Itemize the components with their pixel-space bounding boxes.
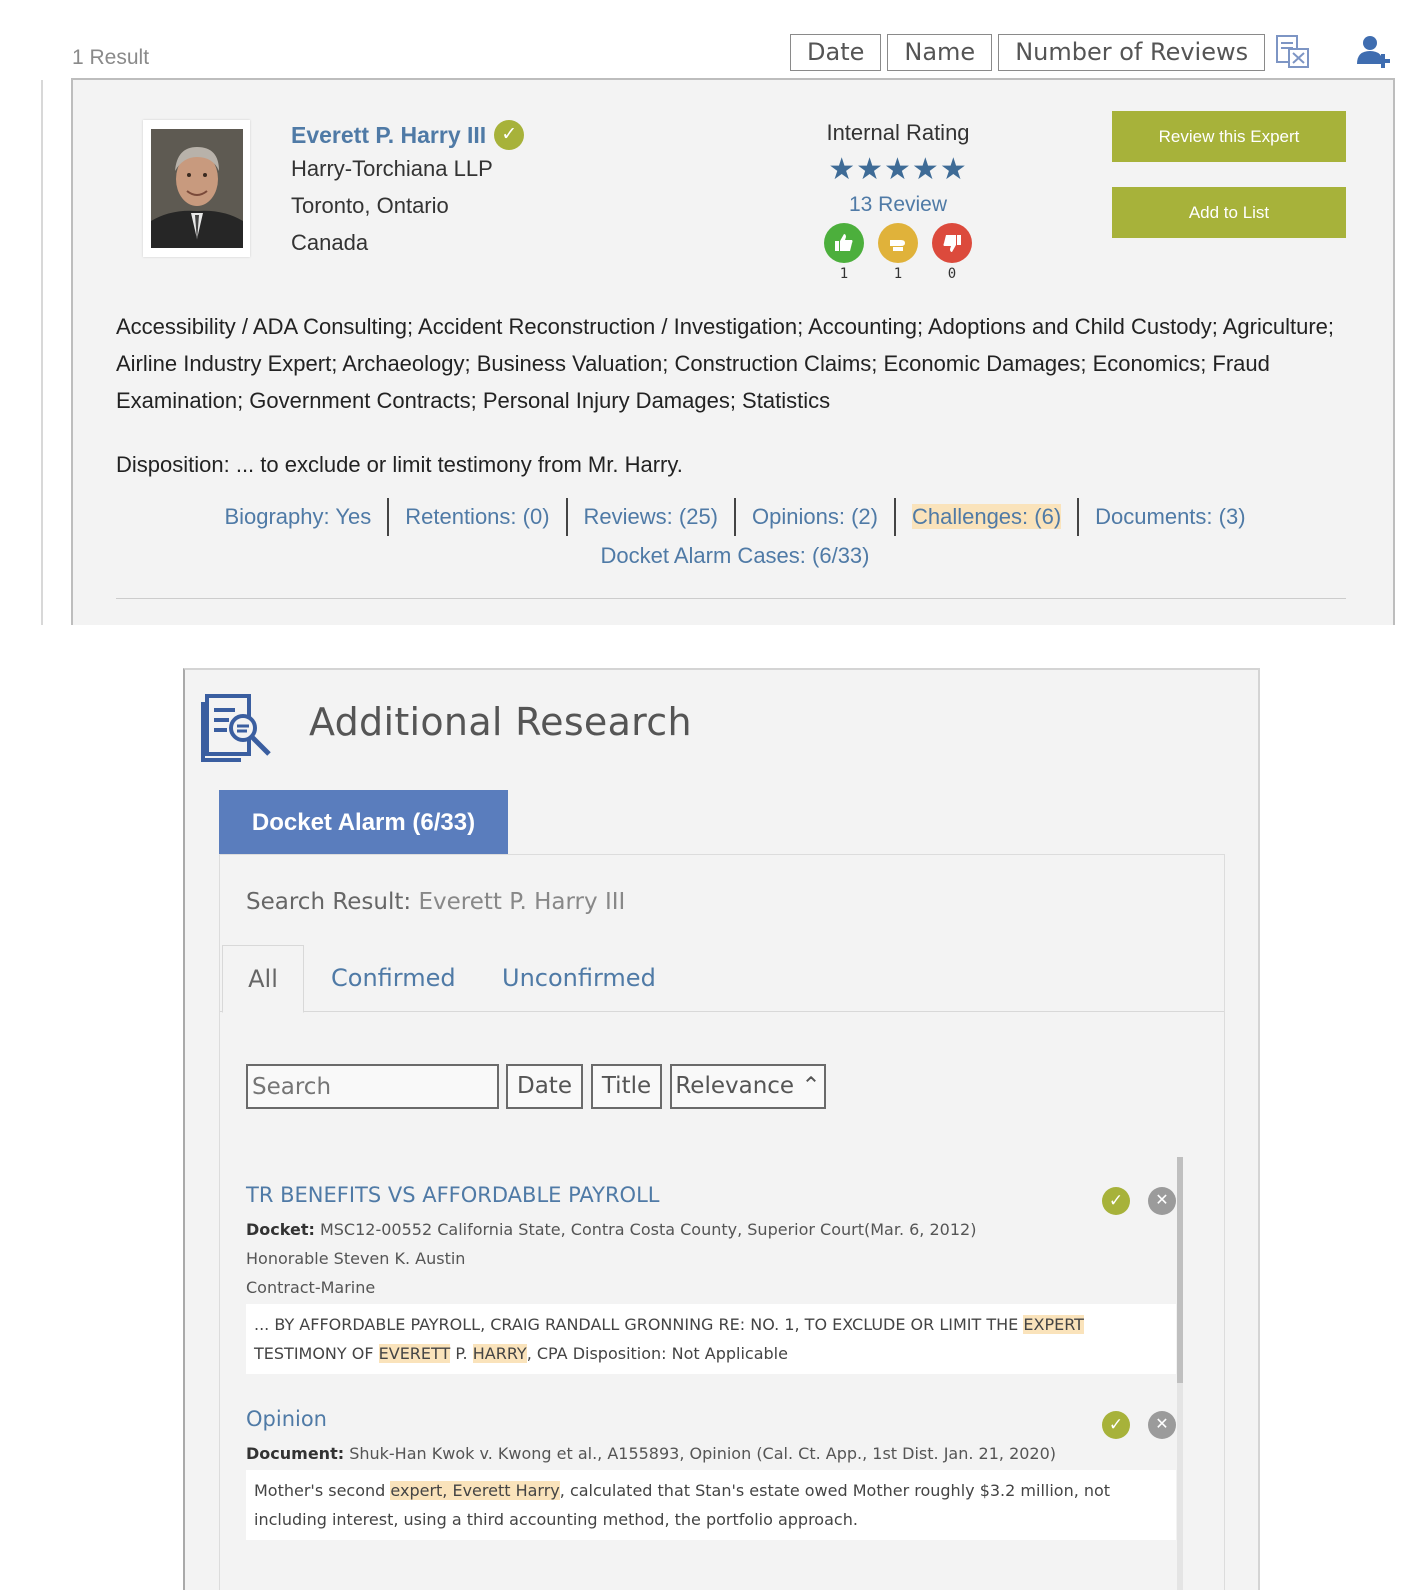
snippet-text: , CPA Disposition: Not Applicable [526, 1344, 788, 1363]
snippet-highlight: EXPERT [1023, 1315, 1084, 1334]
expert-results-section: 1 Result Date Name Number of Reviews Eve… [0, 0, 1414, 625]
export-excel-icon[interactable] [1275, 34, 1311, 75]
vote-summary: 1 1 0 [798, 223, 998, 282]
snippet-text: P. [450, 1344, 473, 1363]
thumbs-down-icon [932, 223, 972, 263]
vote-neutral-count: 1 [893, 266, 903, 282]
confirm-check-icon[interactable]: ✓ [1102, 1411, 1130, 1439]
reject-x-icon[interactable]: ✕ [1148, 1411, 1176, 1439]
document-value: Shuk-Han Kwok v. Kwong et al., A155893, … [349, 1444, 1057, 1463]
sort-name-button[interactable]: Name [887, 34, 993, 71]
sort-relevance-button[interactable]: Relevance ⌃ [670, 1064, 826, 1109]
sort-controls: Date Name Number of Reviews [790, 34, 1266, 71]
research-document-icon [201, 690, 277, 767]
case-snippet: ... BY AFFORDABLE PAYROLL, CRAIG RANDALL… [246, 1304, 1176, 1374]
add-user-icon[interactable] [1355, 34, 1391, 75]
tab-all[interactable]: All [222, 945, 304, 1013]
documents-link[interactable]: Documents: (3) [1077, 498, 1261, 536]
thumbs-up-icon [824, 223, 864, 263]
opinions-link[interactable]: Opinions: (2) [734, 498, 894, 536]
expert-categories: Accessibility / ADA Consulting; Accident… [116, 314, 1335, 413]
case-result: TR BENEFITS VS AFFORDABLE PAYROLL ✓ ✕ Do… [246, 1183, 1176, 1374]
challenges-link[interactable]: Challenges: (6) [893, 498, 1077, 536]
tab-unconfirmed[interactable]: Unconfirmed [502, 945, 656, 1012]
case-type: Contract-Marine [246, 1278, 376, 1297]
search-result-prefix: Search Result: [246, 889, 412, 915]
disposition-text: Disposition: ... to exclude or limit tes… [116, 452, 683, 477]
reviews-link-label[interactable]: Reviews: (25) [584, 504, 718, 529]
docket-value: MSC12-00552 California State, Contra Cos… [319, 1220, 977, 1239]
tab-confirmed[interactable]: Confirmed [331, 945, 456, 1012]
expert-links: Biography: Yes Retentions: (0) Reviews: … [73, 498, 1397, 536]
expert-card: Everett P. Harry III ✓ Harry-Torchiana L… [71, 78, 1395, 625]
add-to-list-button[interactable]: Add to List [1112, 187, 1346, 238]
docket-alarm-tab[interactable]: Docket Alarm (6/33) [219, 790, 508, 855]
review-expert-button[interactable]: Review this Expert [1112, 111, 1346, 162]
snippet-highlight: EVERETT [378, 1344, 451, 1363]
expert-name-link[interactable]: Everett P. Harry III ✓ [291, 120, 525, 150]
card-divider [116, 598, 1346, 599]
vote-positive: 1 [824, 223, 864, 282]
expert-name[interactable]: Everett P. Harry III [291, 122, 486, 149]
snippet-text: TESTIMONY OF [254, 1344, 379, 1363]
verified-check-icon: ✓ [494, 120, 525, 150]
challenges-link-label[interactable]: Challenges: (6) [911, 504, 1062, 529]
snippet-highlight: expert, Everett Harry [390, 1481, 560, 1500]
confirm-check-icon[interactable]: ✓ [1102, 1187, 1130, 1215]
expert-photo [151, 129, 243, 248]
thumbs-sideways-icon [878, 223, 918, 263]
case-result: Opinion ✓ ✕ Document: Shuk-Han Kwok v. K… [246, 1407, 1176, 1540]
snippet-text: ... BY AFFORDABLE PAYROLL, CRAIG RANDALL… [254, 1315, 1024, 1334]
rating-title: Internal Rating [826, 120, 970, 145]
search-result-name: Everett P. Harry III [418, 889, 626, 915]
case-document: Document: Shuk-Han Kwok v. Kwong et al.,… [246, 1439, 1176, 1468]
rating-stars: ★★★★★ [828, 153, 968, 186]
internal-rating: Internal Rating ★★★★★ 13 Review 1 1 0 [798, 120, 998, 282]
research-title: Additional Research [309, 700, 692, 744]
reviews-link[interactable]: Reviews: (25) [565, 498, 734, 536]
case-title-link[interactable]: Opinion [246, 1407, 1176, 1431]
vote-positive-count: 1 [839, 266, 849, 282]
case-actions: ✓ ✕ [1102, 1187, 1176, 1215]
result-count: 1 Result [72, 46, 150, 69]
docket-alarm-panel: Search Result: Everett P. Harry III All … [219, 854, 1225, 1590]
document-label: Document: [246, 1444, 345, 1463]
sort-date-button[interactable]: Date [790, 34, 882, 71]
review-count-link[interactable]: 13 Review [798, 193, 998, 217]
docket-label: Docket: [246, 1220, 315, 1239]
retentions-link[interactable]: Retentions: (0) [387, 498, 565, 536]
retentions-link-label[interactable]: Retentions: (0) [405, 504, 549, 529]
sort-date-button[interactable]: Date [506, 1064, 583, 1109]
expert-city: Toronto, Ontario [291, 193, 449, 218]
additional-research-panel: Additional Research Docket Alarm (6/33) … [183, 668, 1260, 1590]
snippet-text: Mother's second [254, 1481, 391, 1500]
case-actions: ✓ ✕ [1102, 1411, 1176, 1439]
case-judge: Honorable Steven K. Austin [246, 1249, 466, 1268]
docket-alarm-cases-link[interactable]: Docket Alarm Cases: (6/33) [73, 543, 1397, 569]
filter-tabs: All Confirmed Unconfirmed [220, 945, 1224, 1013]
reject-x-icon[interactable]: ✕ [1148, 1187, 1176, 1215]
vote-negative: 0 [932, 223, 972, 282]
case-docket: Docket: MSC12-00552 California State, Co… [246, 1215, 1176, 1244]
sort-reviews-button[interactable]: Number of Reviews [998, 34, 1266, 71]
vote-neutral: 1 [878, 223, 918, 282]
results-scrollbar-thumb[interactable] [1177, 1157, 1183, 1383]
biography-link-label[interactable]: Biography: Yes [224, 504, 371, 529]
expert-country: Canada [291, 230, 369, 255]
case-snippet: Mother's second expert, Everett Harry, c… [246, 1470, 1176, 1540]
search-result-heading: Search Result: Everett P. Harry III [246, 889, 625, 915]
biography-link[interactable]: Biography: Yes [208, 498, 387, 536]
opinions-link-label[interactable]: Opinions: (2) [752, 504, 878, 529]
expert-firm: Harry-Torchiana LLP [291, 156, 493, 181]
left-divider [41, 80, 43, 625]
snippet-highlight: HARRY [472, 1344, 527, 1363]
documents-link-label[interactable]: Documents: (3) [1095, 504, 1245, 529]
vote-negative-count: 0 [947, 266, 957, 282]
sort-title-button[interactable]: Title [591, 1064, 662, 1109]
expert-photo-frame [143, 120, 250, 257]
case-title-link[interactable]: TR BENEFITS VS AFFORDABLE PAYROLL [246, 1183, 1176, 1207]
case-search-input[interactable] [246, 1064, 499, 1109]
